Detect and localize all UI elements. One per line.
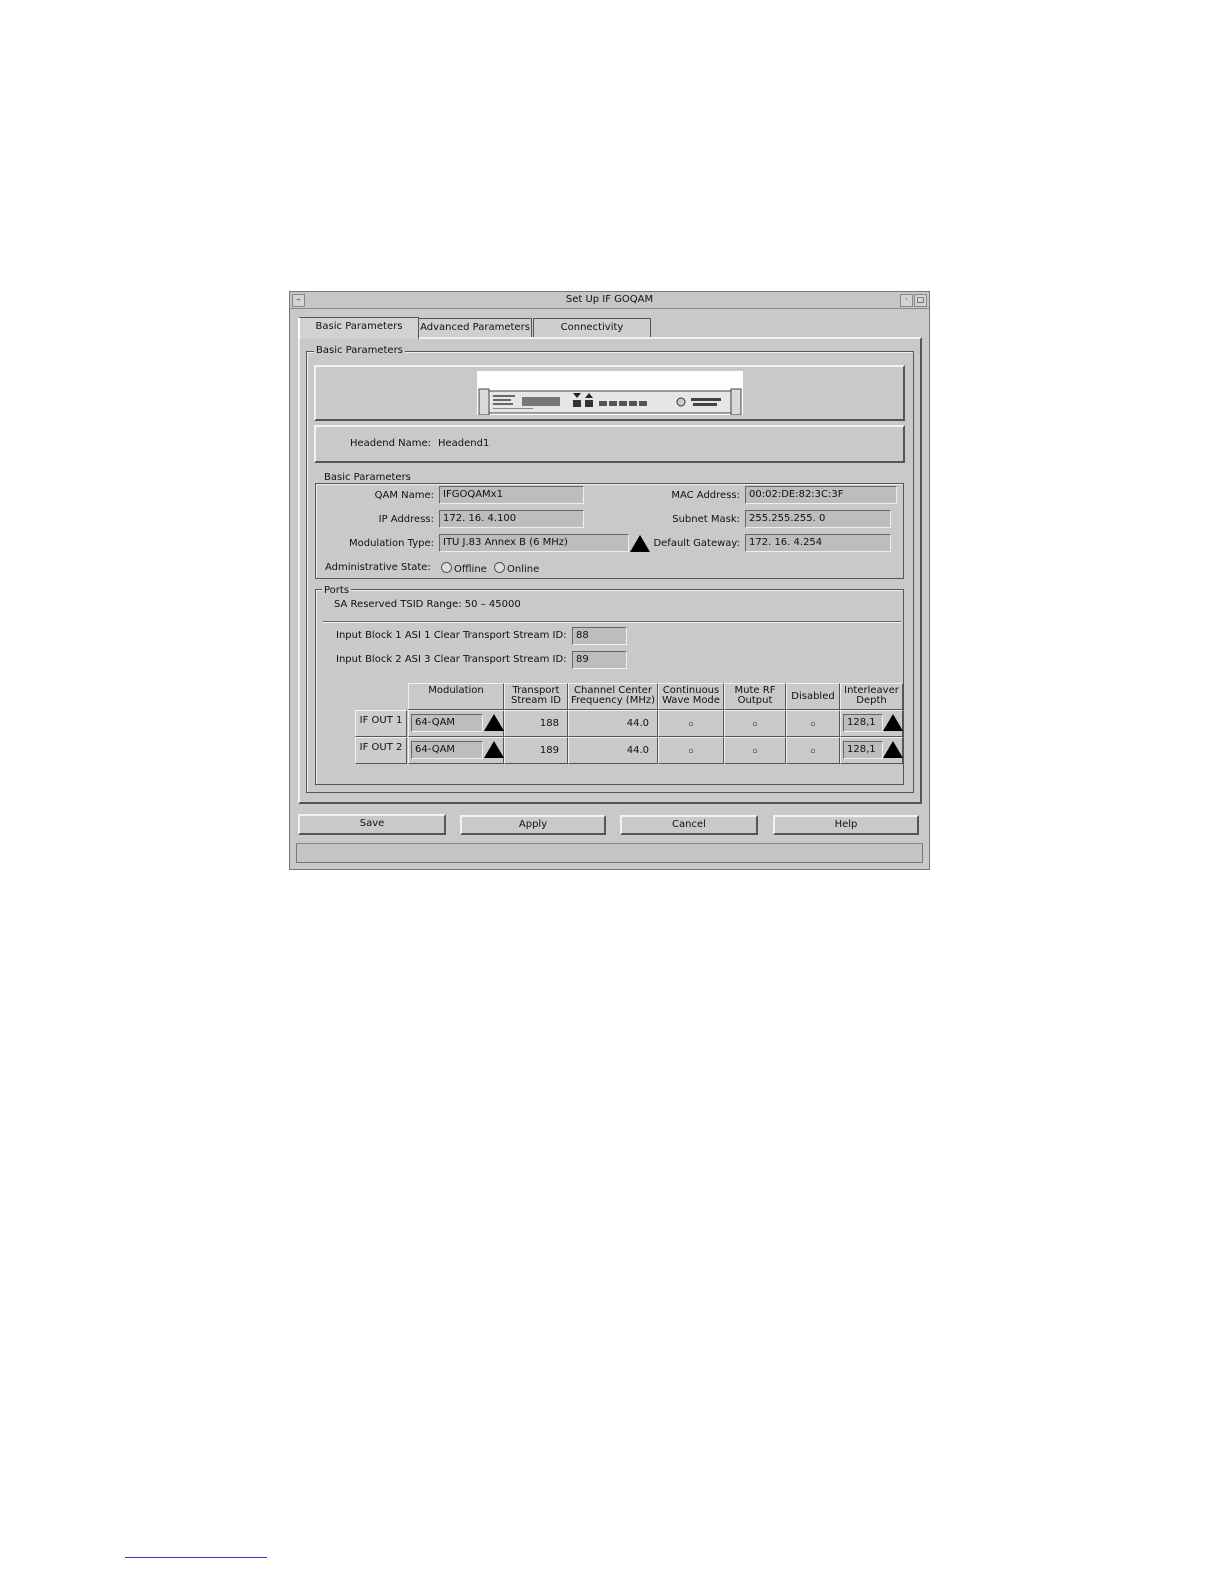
col-modulation-header: Modulation <box>408 683 504 710</box>
cancel-button[interactable]: Cancel <box>620 815 758 835</box>
col-modulation-text: Modulation <box>428 685 484 696</box>
device-image-panel <box>314 365 905 421</box>
row-2-mute-rf-checkbox[interactable]: ▫ <box>724 737 786 764</box>
col-continuous-wave-header: Continuous Wave Mode <box>658 683 724 710</box>
basic-parameters-legend: Basic Parameters <box>322 472 413 483</box>
qam-name-field[interactable]: IFGOQAMx1 <box>439 486 584 504</box>
modulation-type-select[interactable]: ITU J.83 Annex B (6 MHz) <box>439 534 629 552</box>
row-2-modulation-select[interactable]: 64-QAM <box>411 741 483 759</box>
ip-address-label: IP Address: <box>378 514 434 525</box>
col-tsid-header: Transport Stream ID <box>504 683 568 710</box>
offline-radio-label: Offline <box>454 564 487 575</box>
outer-group-legend: Basic Parameters <box>314 345 405 356</box>
row-1-interleaver-dropdown-icon[interactable] <box>883 714 903 731</box>
headend-name-label: Headend Name: <box>350 438 432 449</box>
qam-device-icon <box>478 388 742 416</box>
headend-panel: Headend Name: Headend1 <box>314 425 905 463</box>
subnet-mask-label: Subnet Mask: <box>672 514 740 525</box>
default-gateway-label: Default Gateway: <box>653 538 740 549</box>
col-tsid-line-2: Stream ID <box>510 695 561 706</box>
row-2-modulation-cell: 64-QAM <box>408 737 504 764</box>
col-frequency-line-2: Frequency (MHz) <box>570 695 656 706</box>
tab-basic-parameters[interactable]: Basic Parameters <box>298 317 419 339</box>
row-1-disabled-checkbox[interactable]: ▫ <box>786 710 840 737</box>
input-block-1-label: Input Block 1 ASI 1 Clear Transport Stre… <box>336 630 567 641</box>
tsid-range-text: SA Reserved TSID Range: 50 – 45000 <box>334 599 521 610</box>
tab-advanced-parameters[interactable]: Advanced Parameters <box>418 318 532 338</box>
default-gateway-field[interactable]: 172. 16. 4.254 <box>745 534 891 552</box>
row-1-interleaver-cell: 128,1 <box>840 710 903 737</box>
qam-name-label: QAM Name: <box>374 490 434 501</box>
row-2-interleaver-cell: 128,1 <box>840 737 903 764</box>
input-block-2-label: Input Block 2 ASI 3 Clear Transport Stre… <box>336 654 567 665</box>
save-button[interactable]: Save <box>298 814 446 835</box>
col-cw-line-2: Wave Mode <box>662 695 720 706</box>
title-bar: – Set Up IF GOQAM · □ <box>290 292 929 309</box>
col-interleaver-header: Interleaver Depth <box>840 683 903 710</box>
ip-address-field[interactable]: 172. 16. 4.100 <box>439 510 584 528</box>
subnet-mask-field[interactable]: 255.255.255. 0 <box>745 510 891 528</box>
row-1-continuous-wave-checkbox[interactable]: ▫ <box>658 710 724 737</box>
tab-connectivity[interactable]: Connectivity <box>533 318 651 338</box>
row-1-interleaver-select[interactable]: 128,1 <box>843 714 883 732</box>
col-mute-rf-header: Mute RF Output <box>724 683 786 710</box>
row-2-continuous-wave-checkbox[interactable]: ▫ <box>658 737 724 764</box>
row-1-frequency[interactable]: 44.0 <box>568 710 658 737</box>
row-2-disabled-checkbox[interactable]: ▫ <box>786 737 840 764</box>
ports-legend: Ports <box>322 585 352 596</box>
col-disabled-header: Disabled <box>786 683 840 710</box>
col-frequency-header: Channel Center Frequency (MHz) <box>568 683 658 710</box>
online-radio[interactable]: Online <box>494 562 539 575</box>
minimize-icon[interactable]: · <box>900 294 913 307</box>
row-label-if-out-2: IF OUT 2 <box>355 737 407 764</box>
row-2-tsid[interactable]: 189 <box>504 737 568 764</box>
ports-divider <box>323 621 901 622</box>
help-button[interactable]: Help <box>773 815 919 835</box>
device-image <box>477 371 743 416</box>
row-label-if-out-1: IF OUT 1 <box>355 710 407 737</box>
row-2-interleaver-dropdown-icon[interactable] <box>883 741 903 758</box>
row-1-modulation-select[interactable]: 64-QAM <box>411 714 483 732</box>
mac-address-field[interactable]: 00:02:DE:82:3C:3F <box>745 486 897 504</box>
online-radio-icon[interactable] <box>494 562 505 573</box>
row-1-modulation-dropdown-icon[interactable] <box>484 714 504 731</box>
col-mute-line-2: Output <box>737 695 773 706</box>
maximize-icon[interactable]: □ <box>914 294 927 307</box>
row-1-mute-rf-checkbox[interactable]: ▫ <box>724 710 786 737</box>
row-2-modulation-dropdown-icon[interactable] <box>484 741 504 758</box>
mac-address-label: MAC Address: <box>671 490 740 501</box>
input-block-2-field[interactable]: 89 <box>572 651 627 669</box>
apply-button[interactable]: Apply <box>460 815 606 835</box>
input-block-1-field[interactable]: 88 <box>572 627 627 645</box>
row-1-tsid[interactable]: 188 <box>504 710 568 737</box>
window-title: Set Up IF GOQAM <box>565 294 654 305</box>
footnote-rule <box>125 1557 267 1558</box>
col-interleaver-line-2: Depth <box>856 695 887 706</box>
status-bar <box>296 843 923 863</box>
row-2-interleaver-select[interactable]: 128,1 <box>843 741 883 759</box>
setup-window: – Set Up IF GOQAM · □ Basic Parameters A… <box>289 291 930 870</box>
offline-radio-icon[interactable] <box>441 562 452 573</box>
row-2-frequency[interactable]: 44.0 <box>568 737 658 764</box>
modulation-type-label: Modulation Type: <box>348 538 434 549</box>
offline-radio[interactable]: Offline <box>441 562 487 575</box>
admin-state-label: Administrative State: <box>325 562 431 573</box>
online-radio-label: Online <box>507 564 540 575</box>
headend-name-value: Headend1 <box>438 438 490 449</box>
row-1-modulation-cell: 64-QAM <box>408 710 504 737</box>
